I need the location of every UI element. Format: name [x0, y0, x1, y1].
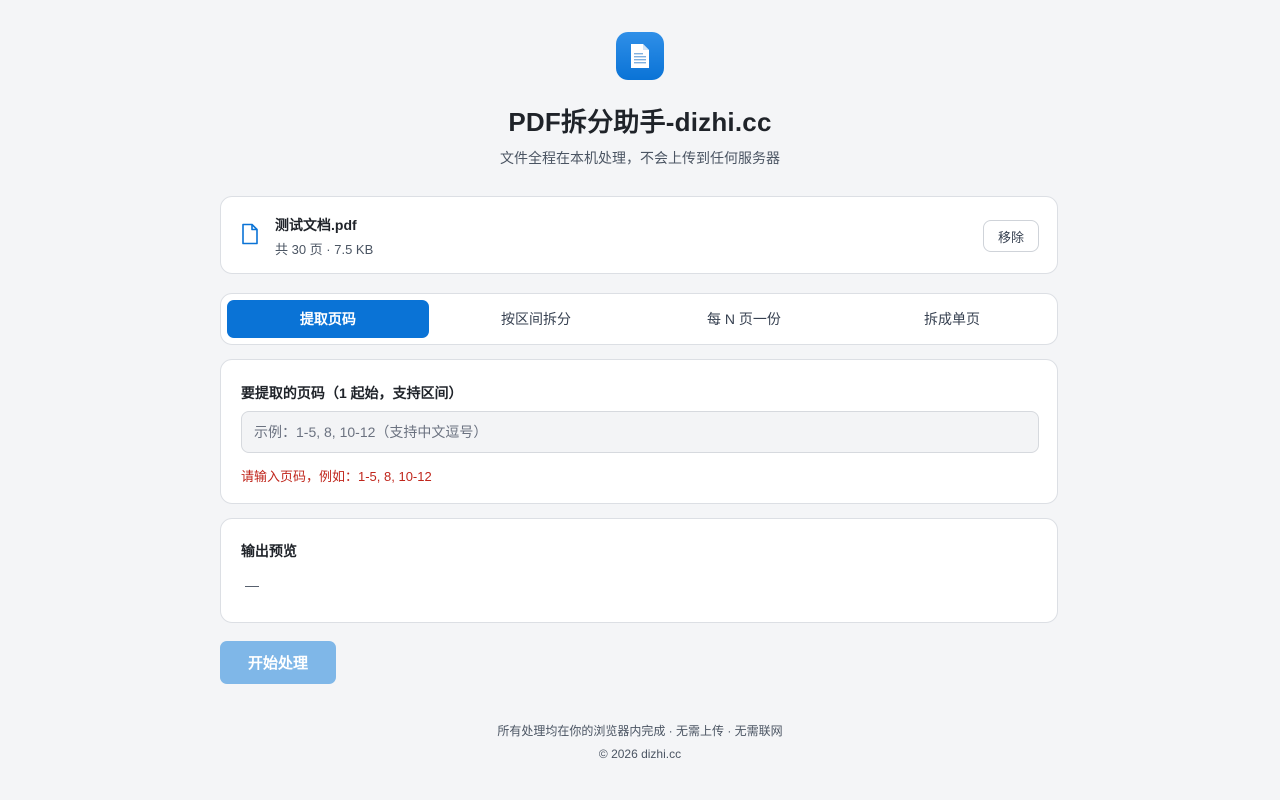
page-title: PDF拆分助手-dizhi.cc: [508, 107, 772, 137]
file-name: 测试文档.pdf: [275, 217, 357, 233]
start-processing-button[interactable]: 开始处理: [220, 641, 336, 684]
document-icon: [616, 32, 664, 80]
page: PDF拆分助手-dizhi.cc 文件全程在本机处理，不会上传到任何服务器 测试…: [0, 0, 1280, 800]
footer-copyright: © 2026 dizhi.cc: [598, 747, 682, 761]
pages-input[interactable]: [241, 411, 1039, 453]
file-icon: [241, 223, 259, 245]
page-subtitle: 文件全程在本机处理，不会上传到任何服务器: [500, 150, 780, 166]
mode-tabs: 提取页码 按区间拆分 每 N 页一份 拆成单页: [220, 293, 1058, 345]
pages-input-error: 请输入页码，例如：1-5, 8, 10-12: [241, 469, 432, 484]
output-preview-card: 输出预览 —: [220, 518, 1058, 623]
tab-split-by-range[interactable]: 按区间拆分: [435, 300, 637, 338]
footer-note: 所有处理均在你的浏览器内完成 · 无需上传 · 无需联网: [497, 724, 783, 738]
tab-extract-pages[interactable]: 提取页码: [227, 300, 429, 338]
remove-file-button[interactable]: 移除: [983, 220, 1039, 252]
pages-input-label: 要提取的页码（1 起始，支持区间）: [241, 385, 463, 401]
tab-every-n-pages[interactable]: 每 N 页一份: [643, 300, 845, 338]
pages-input-card: 要提取的页码（1 起始，支持区间） 请输入页码，例如：1-5, 8, 10-12: [220, 359, 1058, 504]
output-preview-title: 输出预览: [241, 543, 297, 559]
tab-split-single-pages[interactable]: 拆成单页: [851, 300, 1053, 338]
output-preview-empty: —: [245, 577, 259, 593]
file-meta: 共 30 页 · 7.5 KB: [275, 242, 374, 257]
file-card: 测试文档.pdf 共 30 页 · 7.5 KB 移除: [220, 196, 1058, 274]
